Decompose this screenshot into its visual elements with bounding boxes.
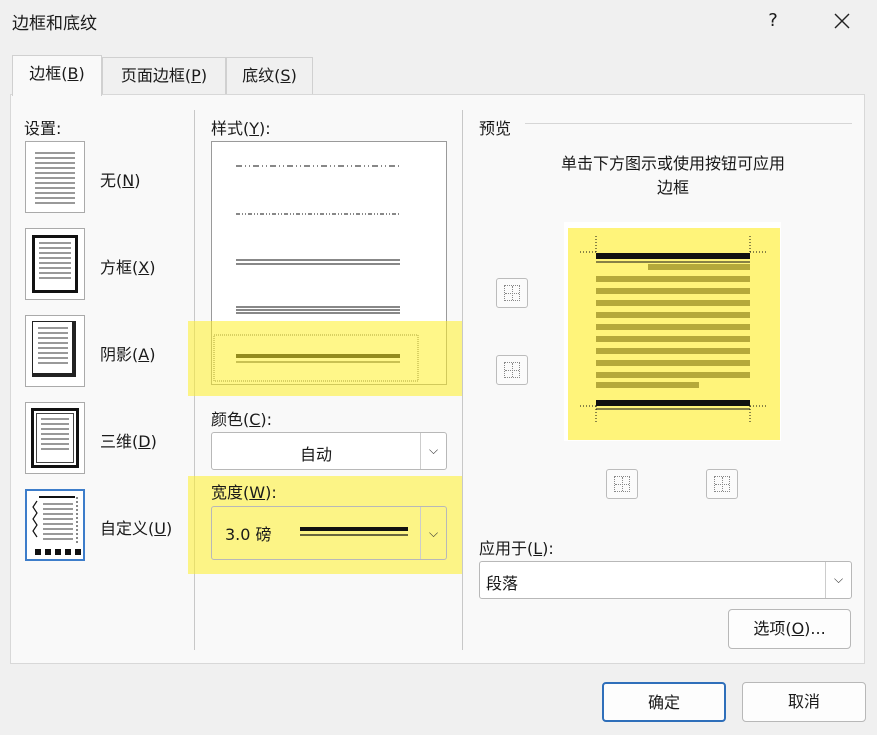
label-key: C: [249, 410, 261, 429]
label-key: N: [122, 171, 135, 190]
label-text: 无(: [100, 171, 123, 190]
title-bar: 边框和底纹 ?: [0, 0, 877, 42]
width-label: 宽度(W):: [211, 479, 277, 503]
setting-custom-icon[interactable]: [25, 489, 85, 561]
right-border-button[interactable]: [706, 469, 738, 499]
preview-area[interactable]: [564, 222, 781, 441]
label-suffix: ): [149, 345, 156, 364]
label-key: A: [138, 345, 150, 364]
preview-diagram: [564, 222, 781, 441]
width-dropdown[interactable]: 3.0 磅 ⌵: [211, 506, 447, 560]
custom-border-icon: [32, 496, 81, 555]
tab-key: P: [191, 66, 201, 85]
setting-box-label[interactable]: 方框(X): [100, 254, 155, 278]
ok-button[interactable]: 确定: [602, 682, 726, 722]
close-icon: [834, 13, 850, 29]
label-suffix: ):: [542, 539, 554, 558]
setting-3d-label[interactable]: 三维(D): [100, 428, 157, 452]
label-text: 颜色(: [211, 410, 250, 429]
setting-custom-label[interactable]: 自定义(U): [100, 515, 172, 539]
chevron-down-icon[interactable]: ⌵: [420, 507, 446, 559]
label-suffix: ):: [260, 410, 273, 429]
highlight-style: [188, 321, 462, 396]
label-suffix: ):: [259, 119, 271, 138]
border-bottom-icon: [504, 362, 520, 378]
label-text: 应用于(: [479, 539, 534, 558]
settings-heading: 设置:: [24, 119, 62, 138]
tab-label: 底纹(: [242, 66, 281, 85]
preview-hint-line1: 单击下方图示或使用按钮可应用: [560, 154, 785, 173]
label-suffix: ): [134, 171, 141, 190]
label-key: W: [249, 483, 266, 502]
tab-key: S: [280, 66, 291, 85]
setting-shadow-icon[interactable]: [25, 315, 85, 387]
color-label: 颜色(C):: [211, 406, 272, 430]
apply-to-value: 段落: [486, 574, 519, 593]
label-key: D: [138, 432, 151, 451]
label-text: 宽度(: [211, 483, 250, 502]
setting-none-label[interactable]: 无(N): [100, 167, 140, 191]
preview-rule: [525, 123, 852, 124]
style-label: 样式(Y):: [211, 115, 271, 139]
color-dropdown[interactable]: 自动 ⌵: [211, 432, 447, 470]
label-suffix: ): [149, 258, 156, 277]
options-button[interactable]: 选项(O)...: [728, 609, 851, 649]
cancel-button[interactable]: 取消: [742, 682, 866, 722]
label-key: Y: [249, 119, 260, 138]
button-label: 选项(: [753, 619, 792, 638]
tab-key: B: [67, 64, 79, 83]
label-text: 方框(: [100, 258, 139, 277]
label-text: 自定义(: [100, 519, 155, 538]
label-key: U: [154, 519, 166, 538]
apply-to-dropdown[interactable]: 段落 ⌵: [479, 561, 852, 599]
divider: [462, 110, 463, 650]
preview-heading: 预览: [479, 119, 512, 138]
tab-label: 页面边框(: [120, 66, 192, 85]
help-button[interactable]: ?: [758, 6, 788, 36]
width-value: 3.0 磅: [225, 525, 272, 544]
setting-3d-icon[interactable]: [25, 402, 85, 474]
label-suffix: ): [150, 432, 157, 451]
border-left-icon: [614, 476, 630, 492]
button-key: O: [791, 619, 805, 638]
bottom-border-button[interactable]: [496, 355, 528, 385]
button-suffix: )...: [804, 619, 826, 638]
apply-to-label: 应用于(L):: [479, 535, 554, 559]
label-text: 样式(: [211, 119, 250, 138]
setting-box-icon[interactable]: [25, 228, 85, 300]
preview-hint-line2: 边框: [656, 178, 689, 197]
label-key: X: [138, 258, 150, 277]
label-text: 阴影(: [100, 345, 139, 364]
tab-suffix: ): [78, 64, 85, 83]
tab-suffix: ): [200, 66, 208, 85]
setting-shadow-label[interactable]: 阴影(A): [100, 341, 155, 365]
setting-none-icon[interactable]: [25, 141, 85, 213]
label-key: L: [533, 539, 543, 558]
left-border-button[interactable]: [606, 469, 638, 499]
label-text: 三维(: [100, 432, 139, 451]
color-value: 自动: [299, 445, 332, 464]
tab-page-border[interactable]: 页面边框(P): [102, 57, 226, 95]
chevron-down-icon[interactable]: ⌵: [825, 562, 851, 598]
tab-shading[interactable]: 底纹(S): [226, 57, 313, 95]
tab-borders[interactable]: 边框(B): [12, 55, 102, 96]
chevron-down-icon[interactable]: ⌵: [420, 433, 446, 469]
border-right-icon: [714, 476, 730, 492]
width-line-sample: [300, 527, 408, 536]
label-suffix: ):: [265, 483, 277, 502]
tab-label: 边框(: [29, 64, 68, 83]
border-top-icon: [504, 285, 520, 301]
window-title: 边框和底纹: [12, 14, 97, 34]
label-suffix: ): [165, 519, 173, 538]
tab-suffix: ): [290, 66, 297, 85]
close-button[interactable]: [826, 6, 858, 36]
top-border-button[interactable]: [496, 278, 528, 308]
